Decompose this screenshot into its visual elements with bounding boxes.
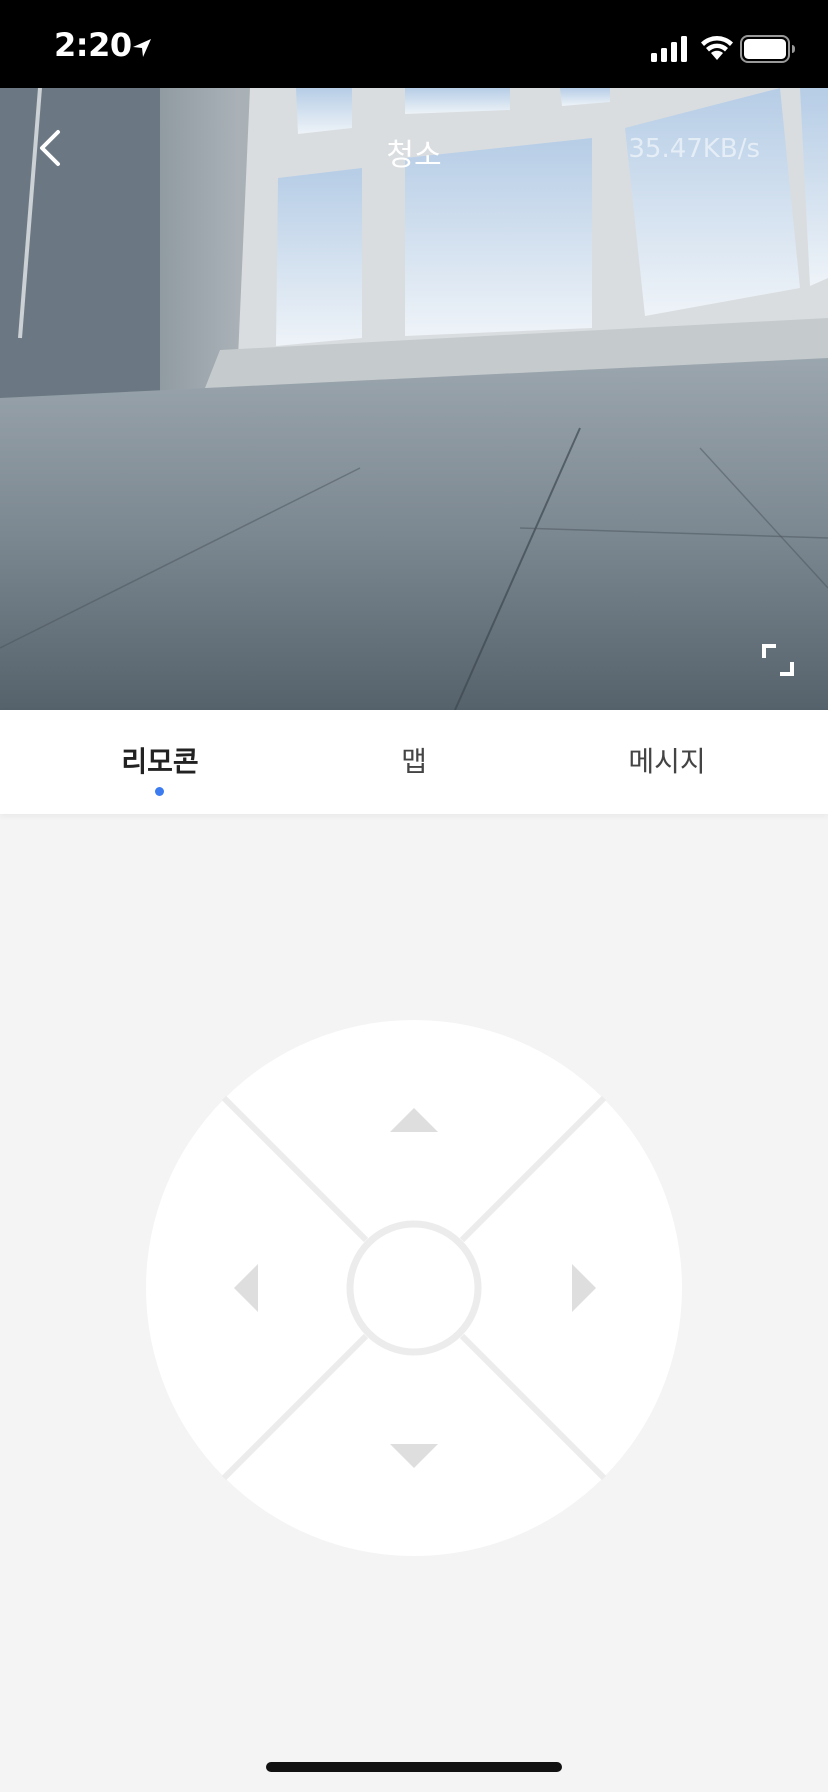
arrow-left-icon xyxy=(234,1264,258,1312)
fullscreen-button[interactable] xyxy=(756,638,800,682)
status-time: 2:20 xyxy=(54,26,132,64)
location-arrow-icon xyxy=(133,39,151,57)
active-tab-indicator xyxy=(155,787,164,796)
battery-icon xyxy=(740,35,795,63)
wifi-icon xyxy=(701,36,733,60)
move-left-button[interactable] xyxy=(206,1248,286,1328)
stream-speed: 35.47KB/s xyxy=(628,134,760,164)
move-up-button[interactable] xyxy=(374,1080,454,1160)
tab-messages[interactable]: 메시지 xyxy=(628,740,705,780)
camera-video-feed[interactable]: 청소 35.47KB/s xyxy=(0,88,828,710)
tab-remote[interactable]: 리모콘 xyxy=(121,740,198,780)
remote-joystick[interactable] xyxy=(144,1018,684,1558)
tab-map[interactable]: 맵 xyxy=(401,740,427,780)
camera-scene-image xyxy=(0,88,828,710)
move-right-button[interactable] xyxy=(544,1248,624,1328)
arrow-right-icon xyxy=(572,1264,596,1312)
home-indicator[interactable] xyxy=(266,1762,562,1772)
status-bar: 2:20 xyxy=(0,0,828,88)
fullscreen-icon xyxy=(762,644,794,676)
arrow-down-icon xyxy=(390,1444,438,1468)
arrow-up-icon xyxy=(390,1108,438,1132)
move-down-button[interactable] xyxy=(374,1418,454,1498)
tab-bar: 리모콘 맵 메시지 xyxy=(0,710,828,814)
joystick-center-button[interactable] xyxy=(354,1228,474,1348)
cellular-signal-icon xyxy=(651,36,687,62)
